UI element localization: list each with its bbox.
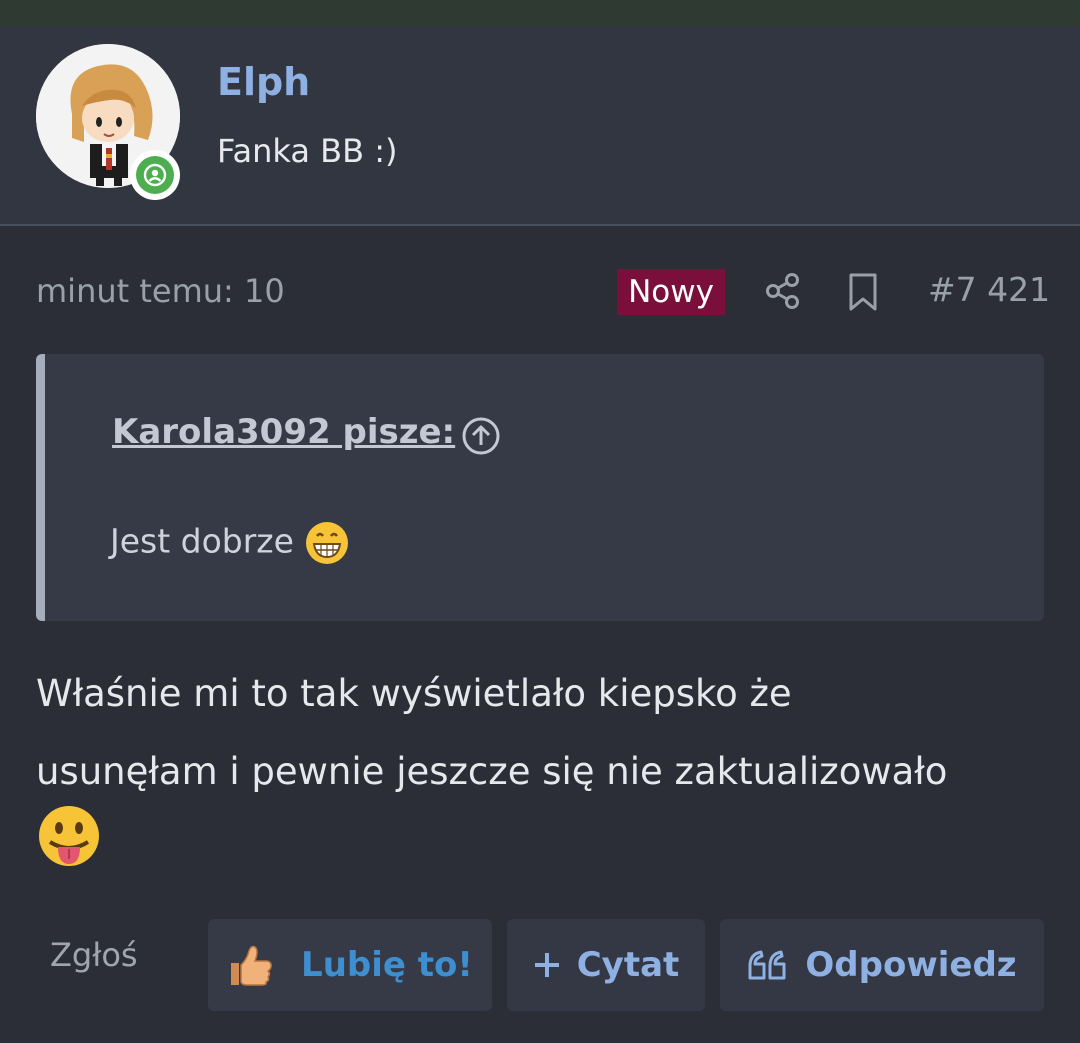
- reply-button[interactable]: Odpowiedz: [720, 919, 1044, 1011]
- plus-icon: [533, 951, 561, 979]
- reply-label: Odpowiedz: [805, 945, 1017, 985]
- bookmark-icon[interactable]: [846, 272, 880, 312]
- message-line-2: usunęłam i pewnie jeszcze się nie zaktua…: [36, 750, 948, 793]
- post-time[interactable]: minut temu: 10: [36, 272, 285, 310]
- share-icon[interactable]: [764, 271, 802, 311]
- jump-to-quote-icon[interactable]: [461, 416, 501, 456]
- quote-text: Jest dobrze: [110, 520, 350, 566]
- post-number-link[interactable]: #7 421: [928, 270, 1050, 309]
- quote-bar: [36, 354, 45, 621]
- message-line-1: Właśnie mi to tak wyświetlało kiepsko że: [36, 672, 792, 715]
- username-link[interactable]: Elph: [217, 60, 310, 104]
- like-label: Lubię to!: [301, 945, 473, 985]
- thumbs-up-icon: [227, 943, 273, 987]
- quote-text-content: Jest dobrze: [110, 521, 294, 561]
- tongue-face-emoji-icon: [39, 806, 99, 866]
- grinning-face-emoji-icon: [305, 522, 348, 564]
- online-user-icon: [143, 163, 167, 187]
- quote-block: Karola3092 pisze: Jest dobrze: [36, 354, 1044, 621]
- quote-marks-icon: [747, 950, 789, 980]
- new-badge: Nowy: [617, 269, 725, 315]
- quote-button[interactable]: Cytat: [507, 919, 705, 1011]
- report-link[interactable]: Zgłoś: [50, 936, 138, 974]
- quote-author-link[interactable]: Karola3092 pisze:: [112, 412, 455, 452]
- online-status-badge: [130, 150, 180, 200]
- user-header: Elph Fanka BB :): [0, 26, 1080, 226]
- post-message: Właśnie mi to tak wyświetlało kiepsko że…: [36, 655, 1046, 811]
- quote-label: Cytat: [576, 945, 680, 985]
- top-bar: [0, 0, 1080, 26]
- user-title: Fanka BB :): [217, 132, 398, 170]
- like-button[interactable]: Lubię to!: [208, 919, 492, 1011]
